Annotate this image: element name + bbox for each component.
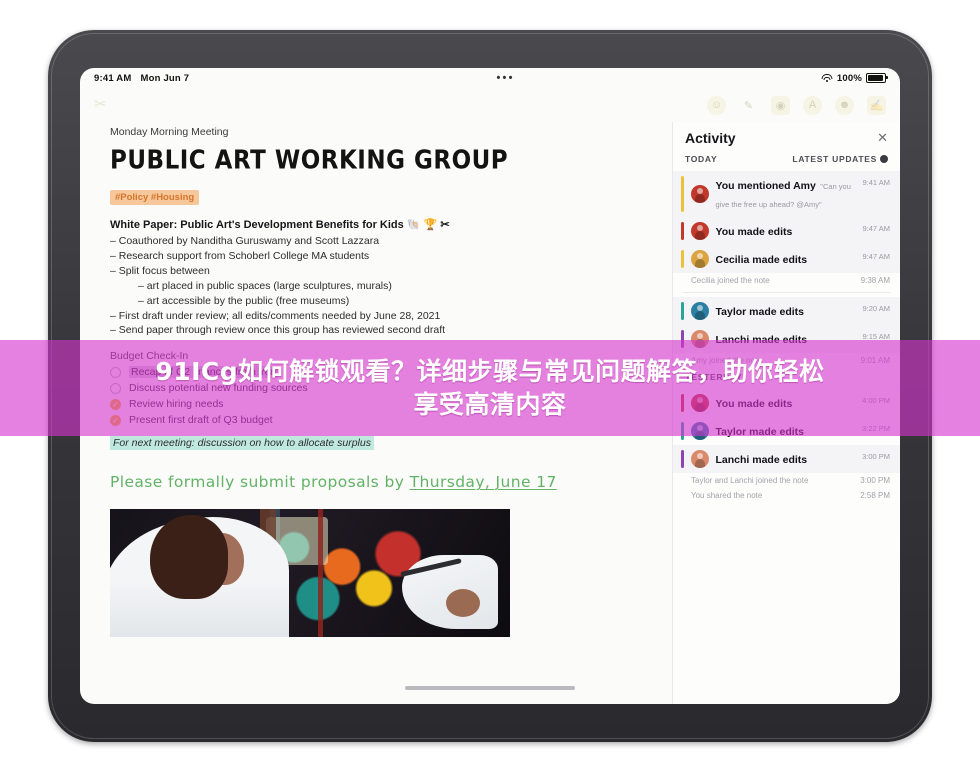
row-body: Taylor made edits [716,302,856,320]
system-text: Cecilia joined the note [691,276,770,285]
note-subtitle: Monday Morning Meeting [110,126,229,138]
battery-label: 100% [836,72,862,84]
activity-system-row: Cecilia joined the note 9:38 AM [673,273,900,288]
activity-row[interactable]: You mentioned Amy "Can you give the free… [673,171,900,217]
avatar [690,222,709,240]
avatar [690,450,709,468]
note-bullet: – Send paper through review once this gr… [110,324,446,337]
note-heading: White Paper: Public Art's Development Be… [110,219,450,231]
share-person-icon[interactable]: ☺ [707,95,726,115]
system-time: 3:00 PM [860,476,890,485]
mural-painting-photo[interactable] [110,509,510,638]
row-time: 9:41 AM [862,178,890,187]
activity-filter[interactable]: LATEST UPDATES [792,154,888,164]
activity-section-today: TODAY [685,154,718,164]
row-time: 3:00 PM [862,452,890,461]
row-body: You made edits [716,222,856,240]
row-title: Taylor made edits [715,306,805,318]
note-tags[interactable]: #Policy #Housing [110,190,200,205]
handwritten-note: Please formally submit proposals by Thur… [110,473,672,491]
pen-tool-icon[interactable]: ✎ [739,96,758,115]
system-time: 9:38 AM [860,276,890,285]
handwritten-deadline: Thursday, June 17 [409,473,557,492]
row-accent-bar [681,302,684,320]
row-title: You mentioned Amy [715,180,816,192]
avatar [690,250,709,268]
activity-system-row: Taylor and Lanchi joined the note 3:00 P… [673,473,900,488]
camera-icon[interactable]: ◉ [771,95,790,115]
compose-icon[interactable]: ✍ [867,95,886,115]
overlay-banner: 91ICg如何解锁观看？详细步骤与常见问题解答，助你轻松 享受高清内容 [0,340,980,436]
row-time: 9:47 AM [862,252,890,261]
note-bullet: – Split focus between [110,264,210,277]
activity-system-row: You shared the note 2:58 PM [673,488,900,503]
system-text: You shared the note [691,491,763,500]
row-title: You made edits [715,226,793,238]
battery-icon [866,72,888,84]
divider [683,292,890,293]
row-accent-bar [681,176,684,212]
system-text: Taylor and Lanchi joined the note [691,476,809,485]
scissors-icon[interactable]: ✂ [94,96,114,114]
row-title: Lanchi made edits [715,454,808,466]
note-bullet: – art accessible by the public (free mus… [138,294,350,307]
banner-line-1: 91ICg如何解锁观看？详细步骤与常见问题解答，助你轻松 [155,357,825,386]
row-title: Cecilia made edits [715,254,808,266]
banner-line-2: 享受高清内容 [413,390,567,419]
note-bullet: – First draft under review; all edits/co… [110,309,441,322]
wifi-icon [821,73,833,83]
painter-hair [150,515,228,600]
activity-row[interactable]: You made edits 9:47 AM [673,217,900,245]
app-toolbar: ✂ ☺ ✎ ◉ A ☻ ✍ [80,88,900,122]
mural-stripe [318,509,323,638]
activity-filter-label: LATEST UPDATES [792,154,877,164]
system-time: 2:58 PM [860,491,890,500]
activity-header: Activity ✕ [673,122,900,150]
status-bar: 9:41 AM Mon Jun 7 ••• 100% [80,68,900,88]
handwritten-prefix: Please formally submit proposals by [110,473,410,492]
row-body: Lanchi made edits [716,450,856,468]
avatar [690,302,709,320]
close-icon[interactable]: ✕ [877,130,888,146]
draw-circle-icon[interactable]: A [803,95,822,115]
row-accent-bar [681,250,684,268]
row-body: You mentioned Amy "Can you give the free… [716,176,856,212]
status-date: Mon Jun 7 [140,72,190,84]
activity-row[interactable]: Taylor made edits 9:20 AM [673,297,900,325]
gear-icon[interactable] [880,155,888,163]
row-accent-bar [681,450,684,468]
activity-row[interactable]: Lanchi made edits 3:00 PM [673,445,900,473]
home-indicator[interactable] [405,686,575,690]
row-accent-bar [681,222,684,240]
sticker-icon[interactable]: ☻ [835,95,854,115]
avatar [690,185,709,203]
painter-hand [446,589,480,618]
row-body: Cecilia made edits [716,250,856,268]
row-time: 9:20 AM [862,304,890,313]
note-bullet: – art placed in public spaces (large scu… [138,279,392,292]
note-footnote: For next meeting: discussion on how to a… [110,436,374,451]
activity-title: Activity [685,130,736,146]
row-time: 9:47 AM [862,224,890,233]
toolbar-actions: ☺ ✎ ◉ A ☻ ✍ [707,95,886,115]
activity-subheader: TODAY LATEST UPDATES [673,150,900,171]
note-bullet: – Coauthored by Nanditha Guruswamy and S… [110,235,380,247]
status-dots: ••• [496,72,515,84]
note-title: PUBLIC ART WORKING GROUP [110,146,509,176]
status-right: 100% [821,72,888,84]
activity-row[interactable]: Cecilia made edits 9:47 AM [673,245,900,273]
status-time: 9:41 AM [94,72,132,84]
note-bullet: – Research support from Schoberl College… [110,249,370,262]
